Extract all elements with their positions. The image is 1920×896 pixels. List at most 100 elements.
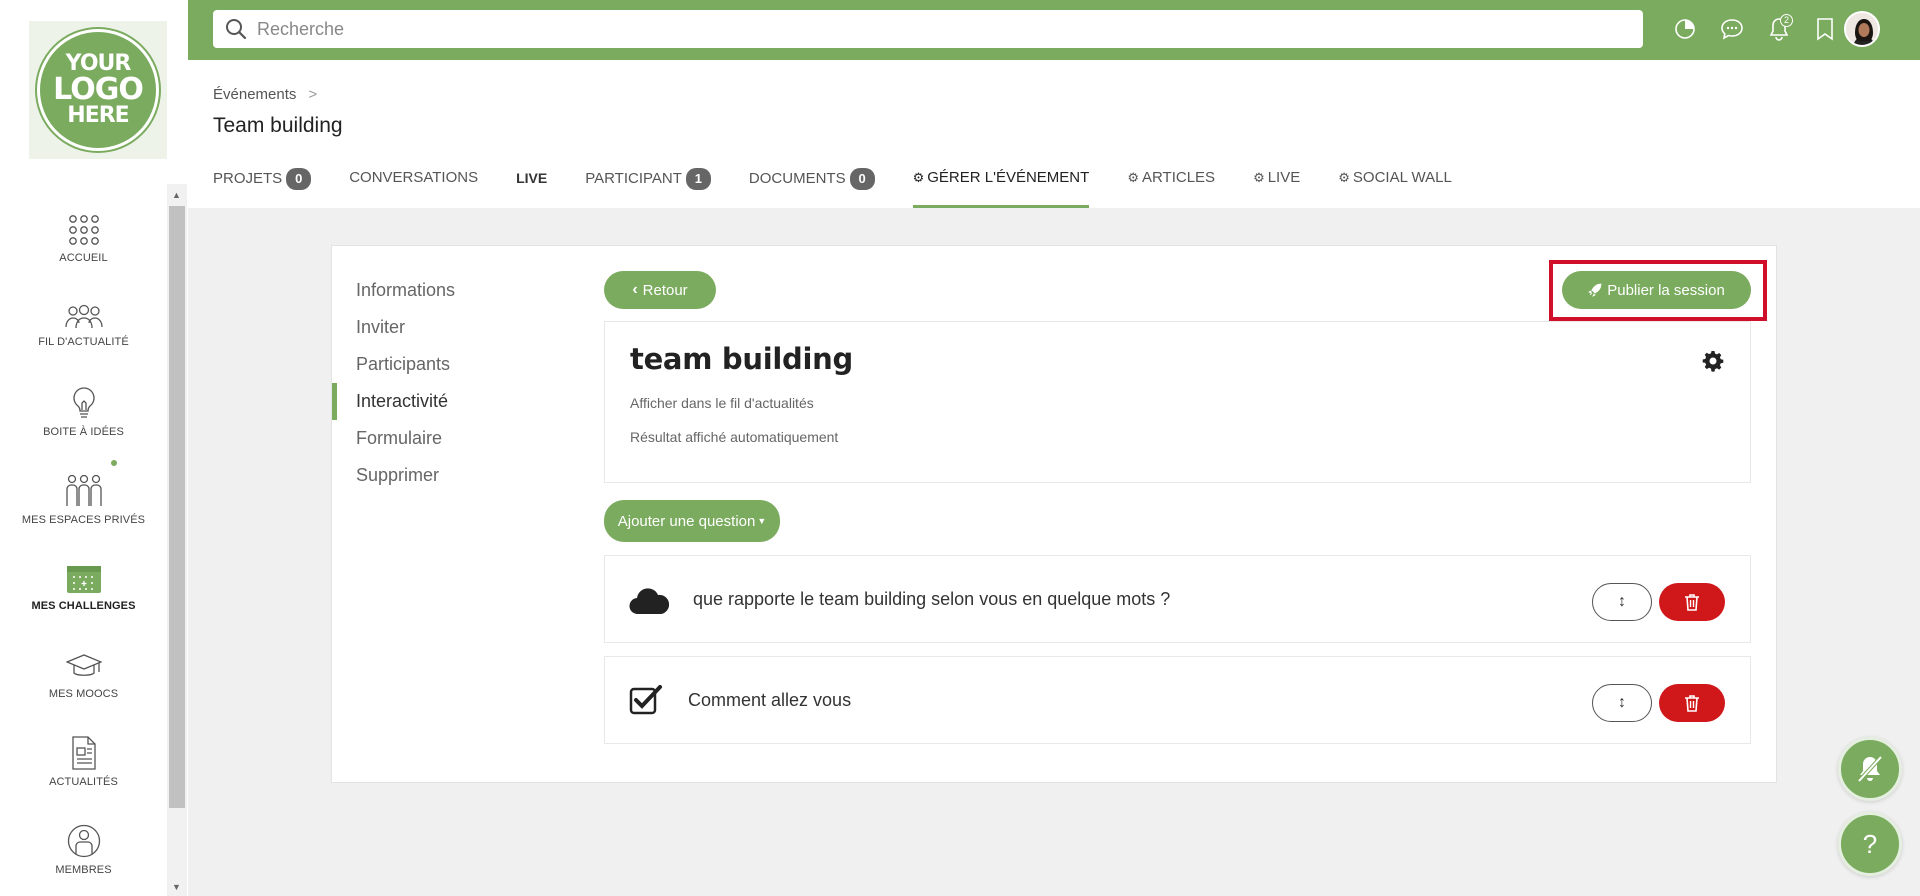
gear-icon: ⚙ xyxy=(1127,170,1139,185)
people-group-icon xyxy=(64,304,103,329)
tab-count: 1 xyxy=(685,168,711,190)
submenu-informations[interactable]: Informations xyxy=(332,272,582,309)
tab-bar: PROJETS 0 CONVERSATIONS LIVE PARTICIPANT 1… xyxy=(213,166,1490,208)
sidebar-item-challenges[interactable]: MES CHALLENGES xyxy=(0,564,167,612)
tab-label: PARTICIPANT xyxy=(585,170,682,187)
notification-badge: 2 xyxy=(1780,14,1793,27)
rocket-icon xyxy=(1588,283,1602,297)
cloud-icon xyxy=(629,588,669,615)
chevron-right-icon: > xyxy=(308,86,318,103)
tab-participant[interactable]: PARTICIPANT 1 xyxy=(585,166,711,208)
reorder-button[interactable]: ↕ xyxy=(1592,684,1652,722)
question-text: que rapporte le team building selon vous… xyxy=(693,589,1171,609)
tab-live[interactable]: LIVE xyxy=(516,166,547,208)
submenu-formulaire[interactable]: Formulaire xyxy=(332,420,582,457)
notification-dot xyxy=(111,460,117,466)
sidebar-scrollbar[interactable]: ▲ ▼ xyxy=(167,184,187,896)
lightbulb-icon xyxy=(72,387,95,418)
session-option-results: Résultat affiché automatiquement xyxy=(630,429,839,445)
sidebar-item-espaces-prives[interactable]: MES ESPACES PRIVÉS xyxy=(0,474,167,526)
sidebar-item-actualites[interactable]: ACTUALITÉS xyxy=(0,736,167,788)
submenu-supprimer[interactable]: Supprimer xyxy=(332,457,582,494)
tab-articles[interactable]: ⚙ ARTICLES xyxy=(1127,166,1215,208)
delete-button[interactable] xyxy=(1659,684,1725,722)
sidebar-item-label: BOITE À IDÉES xyxy=(43,426,124,438)
trash-icon xyxy=(1685,695,1699,712)
submenu-inviter[interactable]: Inviter xyxy=(332,309,582,346)
scrollbar-thumb[interactable] xyxy=(169,206,185,808)
breadcrumb: Événements > xyxy=(213,86,317,103)
tab-label: CONVERSATIONS xyxy=(349,169,479,186)
back-button[interactable]: ‹ Retour xyxy=(604,271,716,309)
delete-button[interactable] xyxy=(1659,583,1725,621)
caret-down-icon: ▼ xyxy=(757,516,767,526)
users-icon xyxy=(65,474,102,506)
sidebar-item-label: MES MOOCS xyxy=(48,688,119,700)
sidebar-item-label: MES ESPACES PRIVÉS xyxy=(21,514,146,526)
add-question-button[interactable]: Ajouter une question ▼ xyxy=(604,500,780,542)
reorder-button[interactable]: ↕ xyxy=(1592,583,1652,621)
sidebar-item-label: MEMBRES xyxy=(55,864,112,876)
trash-icon xyxy=(1685,594,1699,611)
question-row: Comment allez vous ↕ xyxy=(604,656,1751,744)
activity-pie-icon[interactable] xyxy=(1671,15,1699,43)
tab-conversations[interactable]: CONVERSATIONS xyxy=(349,166,478,208)
sidebar-item-membres[interactable]: MEMBRES xyxy=(0,824,167,876)
sidebar-item-accueil[interactable]: ACCUEIL xyxy=(0,214,167,264)
calendar-icon xyxy=(66,566,101,593)
tab-live-settings[interactable]: ⚙ LIVE xyxy=(1253,166,1300,208)
sidebar: YOUR LOGO HERE ACCUEIL FIL D'ACTUALITÉ B… xyxy=(0,0,188,896)
bell-icon[interactable]: 2 xyxy=(1765,14,1793,43)
gear-icon: ⚙ xyxy=(1338,170,1350,185)
scroll-up-icon[interactable]: ▲ xyxy=(172,190,181,200)
logo[interactable]: YOUR LOGO HERE xyxy=(29,21,167,159)
sidebar-item-label: MES CHALLENGES xyxy=(31,600,136,612)
arrows-vertical-icon: ↕ xyxy=(1618,694,1626,711)
submenu-participants[interactable]: Participants xyxy=(332,346,582,383)
publish-session-button[interactable]: Publier la session xyxy=(1562,271,1751,309)
logo-disc: YOUR LOGO HERE xyxy=(37,29,159,151)
checkbox-icon xyxy=(629,685,662,715)
bell-off-icon xyxy=(1857,755,1883,783)
logo-line-2: LOGO xyxy=(53,72,144,107)
session-option-feed: Afficher dans le fil d'actualités xyxy=(630,395,814,411)
tab-label: LIVE xyxy=(516,170,548,186)
tab-documents[interactable]: DOCUMENTS 0 xyxy=(749,166,875,208)
arrows-vertical-icon: ↕ xyxy=(1618,593,1626,610)
chat-icon[interactable] xyxy=(1718,15,1746,43)
bookmark-icon[interactable] xyxy=(1811,15,1839,43)
sidebar-item-label: FIL D'ACTUALITÉ xyxy=(38,336,129,348)
tab-label: PROJETS xyxy=(213,170,283,187)
avatar[interactable] xyxy=(1844,11,1880,47)
search-input[interactable] xyxy=(257,18,1607,40)
tab-count: 0 xyxy=(849,168,875,190)
mute-notifications-button[interactable] xyxy=(1838,737,1902,801)
scroll-down-icon[interactable]: ▼ xyxy=(172,882,181,892)
chevron-left-icon: ‹ xyxy=(632,281,638,298)
gear-icon[interactable] xyxy=(1702,350,1724,377)
gear-icon: ⚙ xyxy=(912,170,925,185)
search-bar[interactable] xyxy=(213,10,1643,48)
gear-icon: ⚙ xyxy=(1253,170,1265,185)
sidebar-item-boite-a-idees[interactable]: BOITE À IDÉES xyxy=(0,386,167,438)
tab-social-wall[interactable]: ⚙ SOCIAL WALL xyxy=(1338,166,1452,208)
breadcrumb-link[interactable]: Événements xyxy=(213,86,296,103)
tab-label: DOCUMENTS xyxy=(748,170,846,187)
member-icon xyxy=(67,824,100,858)
tab-gerer-evenement[interactable]: ⚙ GÉRER L'ÉVÉNEMENT xyxy=(912,166,1090,208)
help-button[interactable]: ? xyxy=(1838,812,1902,876)
main-card: Informations Inviter Participants Intera… xyxy=(331,245,1777,783)
topbar: 2 xyxy=(188,0,1920,60)
submenu-interactivite[interactable]: Interactivité xyxy=(332,383,582,420)
search-icon xyxy=(226,19,247,40)
tab-projets[interactable]: PROJETS 0 xyxy=(213,166,312,208)
publish-session-label: Publier la session xyxy=(1607,281,1725,299)
news-icon xyxy=(71,736,96,770)
graduation-cap-icon xyxy=(65,654,102,676)
page-title: Team building xyxy=(213,114,343,137)
question-row: que rapporte le team building selon vous… xyxy=(604,555,1751,643)
tab-label: LIVE xyxy=(1267,169,1301,186)
sidebar-item-fil-actualite[interactable]: FIL D'ACTUALITÉ xyxy=(0,304,167,348)
question-text: Comment allez vous xyxy=(688,690,852,710)
sidebar-item-moocs[interactable]: MES MOOCS xyxy=(0,652,167,700)
